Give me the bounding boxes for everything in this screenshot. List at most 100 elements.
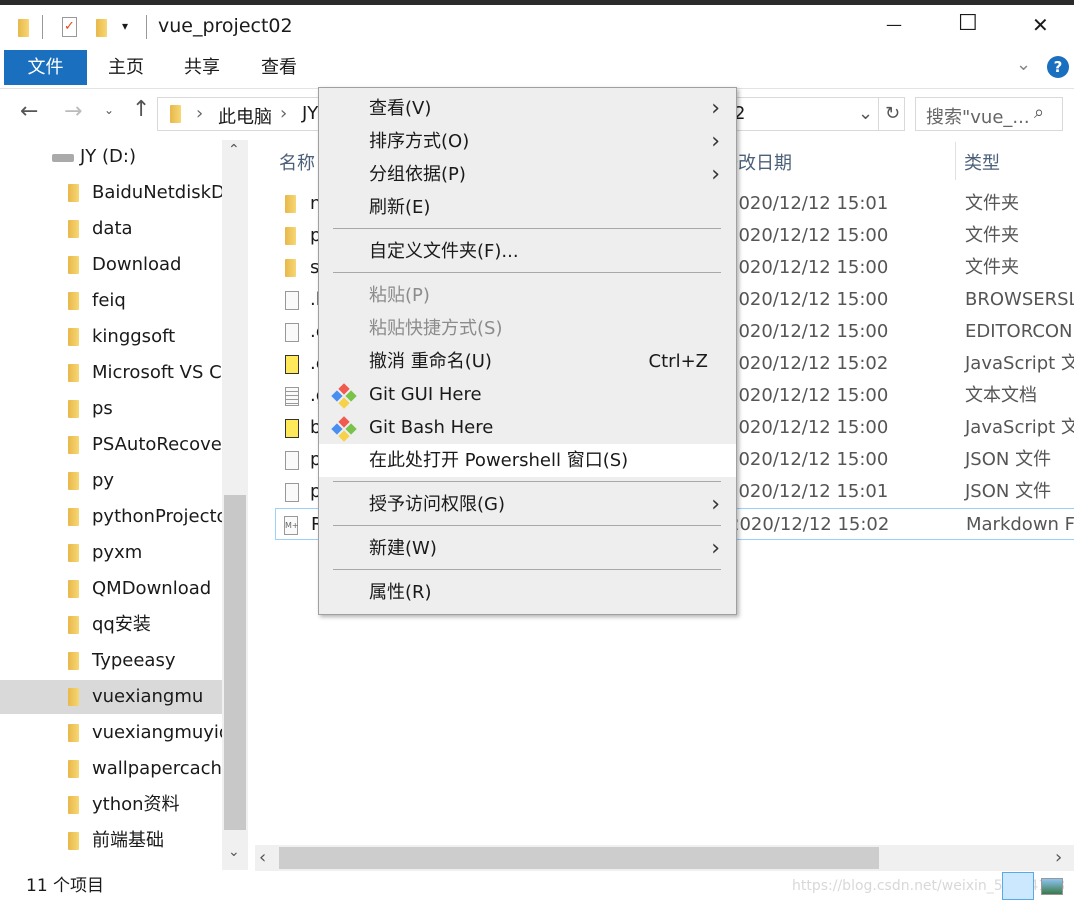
nav-item-label: vuexiangmuyid — [92, 722, 222, 743]
menu-item-label: 在此处打开 Powershell 窗口(S) — [369, 450, 629, 471]
up-icon[interactable]: ↑ — [132, 97, 150, 122]
folder-icon — [68, 364, 79, 382]
nav-item[interactable]: PSAutoRecover — [0, 428, 222, 462]
file-list-horizontal-scrollbar[interactable]: ‹ › — [255, 845, 1074, 871]
nav-drive[interactable]: JY (D:) — [0, 140, 222, 174]
nav-item[interactable]: wallpapercache — [0, 752, 222, 786]
submenu-arrow-icon: › — [711, 162, 720, 187]
folder-icon — [68, 760, 79, 778]
search-icon: ⌕ — [1034, 102, 1045, 123]
recent-dropdown-icon[interactable]: ⌄ — [104, 103, 114, 117]
nav-item[interactable]: vuexiangmuyid — [0, 716, 222, 750]
menu-item: 粘贴快捷方式(S) — [319, 312, 736, 345]
nav-item-label: kinggsoft — [92, 326, 176, 347]
nav-item[interactable]: feiq — [0, 284, 222, 318]
large-icons-view-button[interactable] — [1041, 878, 1063, 895]
menu-item[interactable]: 授予访问权限(G) › — [319, 488, 736, 521]
back-icon[interactable]: ← — [20, 99, 38, 124]
search-input[interactable]: 搜索"vue_... ⌕ — [915, 97, 1063, 131]
file-icon — [285, 483, 299, 502]
file-type: BROWSERSLI — [965, 289, 1074, 310]
nav-item-label: py — [92, 470, 115, 491]
breadcrumb-drive[interactable]: JY — [302, 103, 318, 124]
scroll-left-icon[interactable]: ‹ — [259, 847, 266, 868]
submenu-arrow-icon: › — [711, 492, 720, 517]
title-bar: ✓ ▾ vue_project02 — ☐ ✕ — [0, 5, 1074, 49]
nav-item[interactable]: pyxm — [0, 536, 222, 570]
file-type: 文件夹 — [965, 257, 1019, 278]
menu-item[interactable]: 撤消 重命名(U) Ctrl+Z — [319, 345, 736, 378]
tab-share[interactable]: 共享 — [172, 50, 232, 85]
scroll-down-icon[interactable]: ⌄ — [228, 844, 240, 860]
tab-view[interactable]: 查看 — [249, 50, 309, 85]
address-dropdown-icon[interactable]: ⌄ — [858, 103, 873, 124]
window-title: vue_project02 — [158, 15, 293, 37]
folder-icon — [68, 400, 79, 418]
nav-item[interactable]: QMDownload — [0, 572, 222, 606]
scrollbar-thumb[interactable] — [279, 847, 879, 869]
file-type: Markdown F — [966, 514, 1074, 535]
tab-home[interactable]: 主页 — [96, 50, 156, 85]
new-folder-icon[interactable] — [96, 19, 107, 37]
menu-item-label: Git GUI Here — [369, 384, 482, 405]
menu-item[interactable]: 自定义文件夹(F)... — [319, 235, 736, 268]
menu-item[interactable]: 在此处打开 Powershell 窗口(S) — [319, 444, 736, 477]
breadcrumb-this-pc[interactable]: 此电脑 — [218, 103, 272, 129]
nav-item[interactable]: ps — [0, 392, 222, 426]
details-view-button[interactable] — [1002, 872, 1034, 900]
drive-icon — [52, 154, 74, 162]
file-date: 2020/12/12 15:00 — [727, 225, 889, 246]
folder-icon — [68, 544, 79, 562]
scroll-up-icon[interactable]: ⌃ — [228, 142, 240, 158]
nav-item[interactable]: data — [0, 212, 222, 246]
refresh-icon[interactable]: ↻ — [878, 98, 906, 130]
forward-icon[interactable]: → — [64, 99, 82, 124]
nav-item[interactable]: ython资料 — [0, 788, 222, 822]
nav-item[interactable]: BaiduNetdiskD — [0, 176, 222, 210]
properties-icon[interactable]: ✓ — [62, 17, 77, 37]
menu-item[interactable]: 分组依据(P) › — [319, 158, 736, 191]
nav-item[interactable]: Microsoft VS Co — [0, 356, 222, 390]
file-type: 文件夹 — [965, 225, 1019, 246]
nav-item[interactable]: 前端基础 — [0, 824, 222, 858]
menu-item[interactable]: Git GUI Here — [319, 378, 736, 411]
minimize-button[interactable]: — — [886, 15, 902, 34]
column-divider[interactable] — [955, 142, 956, 180]
nav-item[interactable]: vuexiangmu — [0, 680, 222, 714]
nav-item-label: qq安装 — [92, 614, 151, 635]
nav-item-label: QMDownload — [92, 578, 212, 599]
menu-item-label: 刷新(E) — [369, 197, 431, 218]
nav-item[interactable]: pythonProjecto — [0, 500, 222, 534]
nav-item[interactable]: kinggsoft — [0, 320, 222, 354]
divider — [42, 15, 43, 39]
nav-item[interactable]: Download — [0, 248, 222, 282]
nav-item[interactable]: qq安装 — [0, 608, 222, 642]
menu-item[interactable]: 新建(W) › — [319, 532, 736, 565]
column-type[interactable]: 类型 — [964, 149, 1000, 175]
menu-item[interactable]: 查看(V) › — [319, 92, 736, 125]
menu-item-label: 自定义文件夹(F)... — [369, 241, 519, 262]
tab-file[interactable]: 文件 — [4, 50, 87, 85]
submenu-arrow-icon: › — [711, 129, 720, 154]
menu-item[interactable]: Git Bash Here — [319, 411, 736, 444]
nav-item[interactable]: py — [0, 464, 222, 498]
quick-access-dropdown-icon[interactable]: ▾ — [122, 19, 128, 33]
scrollbar-thumb[interactable] — [224, 495, 246, 830]
menu-item[interactable]: 刷新(E) — [319, 191, 736, 224]
item-count: 11 个项目 — [26, 876, 105, 896]
close-button[interactable]: ✕ — [1032, 13, 1049, 37]
expand-ribbon-icon[interactable]: ⌄ — [1016, 54, 1031, 75]
maximize-button[interactable]: ☐ — [958, 11, 978, 36]
file-type: JavaScript 文件 — [965, 353, 1074, 374]
menu-item[interactable]: 排序方式(O) › — [319, 125, 736, 158]
nav-scrollbar[interactable]: ⌃ ⌄ — [222, 140, 248, 870]
column-name[interactable]: 名称 — [279, 149, 315, 175]
scroll-right-icon[interactable]: › — [1055, 847, 1062, 868]
divider — [146, 15, 147, 39]
help-icon[interactable]: ? — [1047, 56, 1069, 78]
nav-item-label: 前端基础 — [92, 830, 164, 851]
menu-item[interactable]: 属性(R) — [319, 576, 736, 609]
menu-item-label: 查看(V) — [369, 98, 432, 119]
folder-icon — [18, 19, 29, 37]
nav-item[interactable]: Typeeasy — [0, 644, 222, 678]
